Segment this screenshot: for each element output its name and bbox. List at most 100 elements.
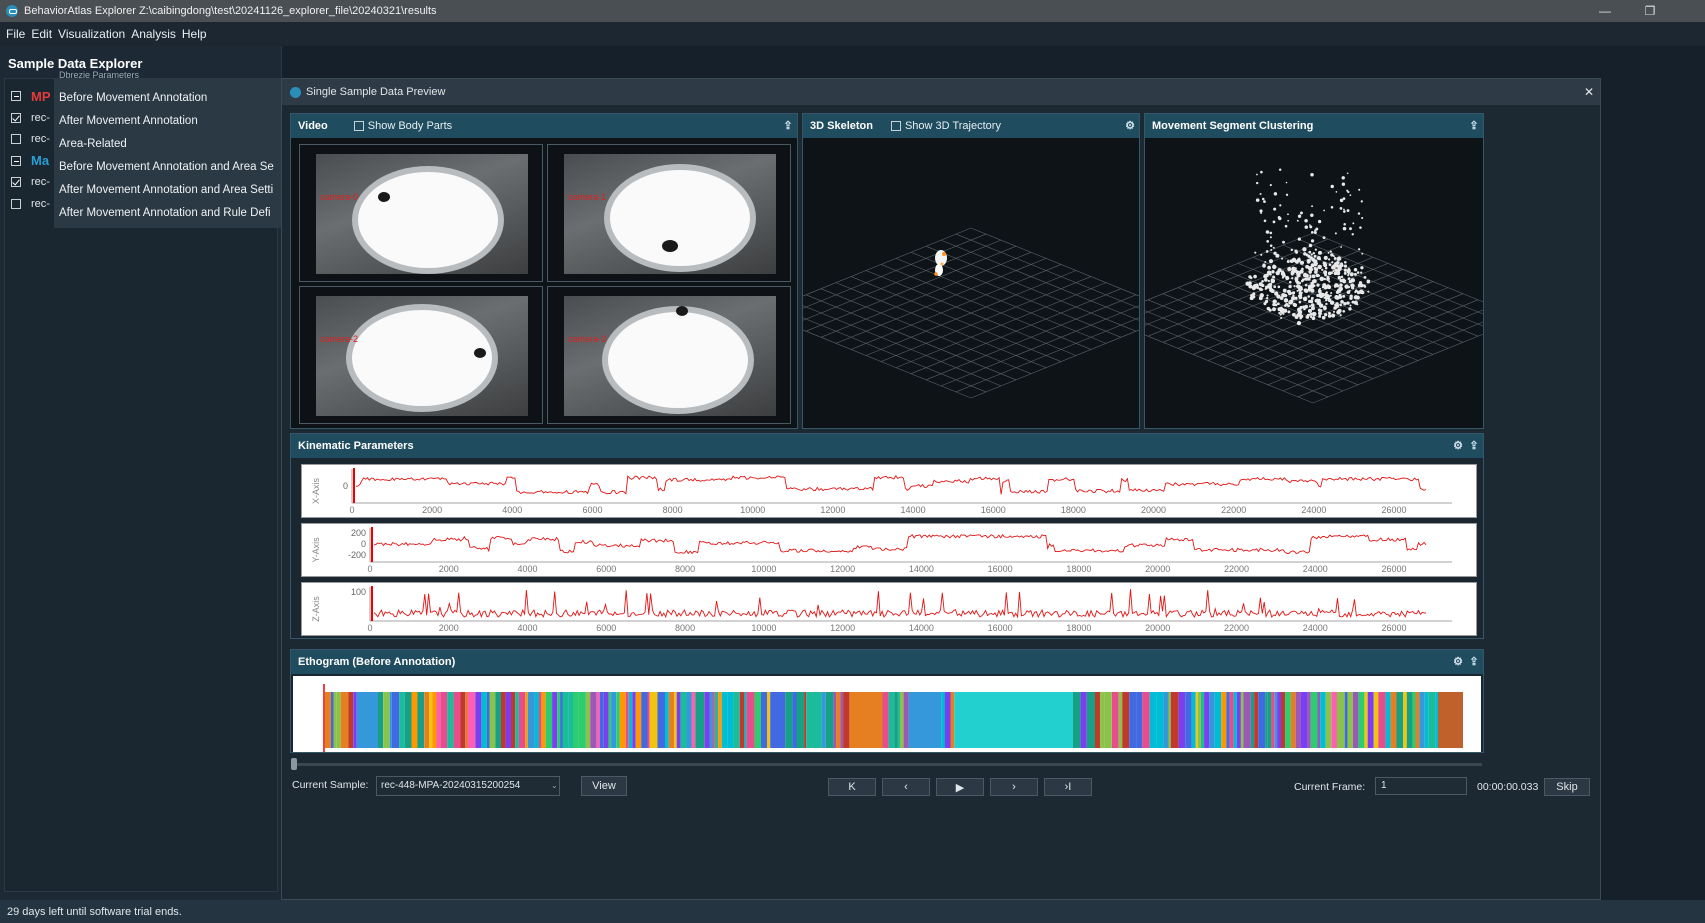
explorer-title: Sample Data Explorer xyxy=(8,56,143,71)
x-tick-label: 4000 xyxy=(517,564,538,574)
current-sample-value: rec-448-MPA-20240315200254 xyxy=(381,780,521,791)
tree-checkbox[interactable] xyxy=(11,155,21,166)
tree-row-label: rec- xyxy=(31,197,50,210)
camera-view-3: camera-3 xyxy=(547,286,791,424)
x-tick-label: 18000 xyxy=(1060,505,1086,515)
x-tick-label: 0 xyxy=(349,505,355,515)
x-tick-label: 8000 xyxy=(675,623,696,633)
tree-checkbox[interactable] xyxy=(11,198,21,209)
camera-image-2: camera-2 xyxy=(316,296,528,416)
arena xyxy=(352,310,492,406)
skeleton-panel: 3D Skeleton Show 3D Trajectory ⚙ xyxy=(802,113,1140,429)
clustering-panel: Movement Segment Clustering ⇪ xyxy=(1144,113,1484,429)
clustering-view xyxy=(1145,168,1483,404)
clustering-title: Movement Segment Clustering xyxy=(1152,120,1314,132)
x-tick-label: 6000 xyxy=(596,564,617,574)
export-icon[interactable]: ⇪ xyxy=(781,119,795,133)
axis-label: X-Axis xyxy=(311,478,321,505)
timeline-slider[interactable] xyxy=(292,763,1482,766)
kinematic-chart-1: Y-Axis 200 0 -200 0 2000 4000 6000 8000 10000 1200… xyxy=(301,523,1477,577)
x-tick-label: 2000 xyxy=(438,564,459,574)
menu-analysis[interactable]: Analysis xyxy=(131,27,176,41)
camera-image-3: camera-3 xyxy=(564,296,776,416)
video-header: Video Show Body Parts ⇪ xyxy=(291,114,797,138)
first-frame-button[interactable]: K xyxy=(828,778,876,796)
title-bar: BehaviorAtlas Explorer Z:\caibingdong\te… xyxy=(0,0,1705,22)
camera-image-0: camera-0 xyxy=(316,154,528,274)
x-tick-label: 20000 xyxy=(1145,623,1171,633)
x-tick-label: 16000 xyxy=(980,505,1006,515)
dialog-logo-icon xyxy=(290,86,301,98)
x-tick-label: 2000 xyxy=(422,505,443,515)
current-frame-input[interactable]: 1 xyxy=(1375,777,1467,795)
tree-row-label: rec- xyxy=(31,111,50,124)
y-tick-label: 0 xyxy=(360,539,366,549)
minimize-button[interactable]: — xyxy=(1585,0,1625,22)
export-icon[interactable]: ⇪ xyxy=(1467,655,1481,669)
current-sample-combobox[interactable]: rec-448-MPA-20240315200254 ⌄ xyxy=(376,776,560,796)
menu-item-after-rule[interactable]: After Movement Annotation and Rule Defi xyxy=(59,202,281,224)
settings-gear-icon[interactable]: ⚙ xyxy=(1451,655,1465,669)
ethogram-chart xyxy=(293,676,1481,752)
x-tick-label: 6000 xyxy=(596,623,617,633)
restore-button[interactable]: ❐ xyxy=(1630,0,1670,22)
preview-dialog: Single Sample Data Preview ✕ Video Show … xyxy=(281,78,1601,900)
camera-image-1: camera-1 xyxy=(564,154,776,274)
show-body-parts-checkbox[interactable]: Show Body Parts xyxy=(353,120,453,132)
camera-view-1: camera-1 xyxy=(547,144,791,282)
x-tick-label: 16000 xyxy=(987,623,1013,633)
tree-row-label: rec- xyxy=(31,176,50,188)
menu-item-before-area[interactable]: Before Movement Annotation and Area Se xyxy=(59,156,281,178)
menu-edit[interactable]: Edit xyxy=(31,27,52,41)
kinematic-chart-2: Z-Axis 100 0 2000 4000 6000 8000 10000 12000 1400… xyxy=(301,582,1477,636)
tree-checkbox[interactable] xyxy=(11,112,21,123)
menu-file[interactable]: File xyxy=(6,27,25,41)
settings-gear-icon[interactable]: ⚙ xyxy=(1123,119,1137,133)
show-trajectory-checkbox[interactable]: Show 3D Trajectory xyxy=(890,120,1001,132)
x-tick-label: 14000 xyxy=(908,564,934,574)
current-sample-label: Current Sample: xyxy=(292,779,369,791)
video-panel: Video Show Body Parts ⇪ camera-0 camera-… xyxy=(290,113,798,429)
x-tick-label: 26000 xyxy=(1381,505,1407,515)
camera-label: camera-3 xyxy=(568,334,607,344)
play-button[interactable]: ▶ xyxy=(936,778,984,796)
popup-partial-item: Dbrezie Parameters xyxy=(59,70,140,80)
context-menu: Dbrezie Parameters Before Movement Annot… xyxy=(54,70,282,228)
x-tick-label: 12000 xyxy=(830,564,856,574)
menu-help[interactable]: Help xyxy=(182,27,207,41)
timeline-handle[interactable] xyxy=(291,758,297,770)
next-frame-button[interactable]: › xyxy=(990,778,1038,796)
trial-status-text: 29 days left until software trial ends. xyxy=(7,905,182,918)
arena xyxy=(608,312,748,408)
tree-checkbox[interactable] xyxy=(11,91,21,101)
tree-checkbox[interactable] xyxy=(11,177,21,187)
arena xyxy=(610,170,750,266)
axis-label: Z-Axis xyxy=(311,596,321,622)
y-tick-label: 100 xyxy=(350,587,366,597)
view-button[interactable]: View xyxy=(581,776,627,796)
x-tick-label: 24000 xyxy=(1301,505,1327,515)
skeleton-title: 3D Skeleton xyxy=(810,120,873,132)
mouse xyxy=(662,240,678,252)
settings-gear-icon[interactable]: ⚙ xyxy=(1451,439,1465,453)
menu-visualization[interactable]: Visualization xyxy=(58,27,125,41)
prev-frame-button[interactable]: ‹ xyxy=(882,778,930,796)
last-frame-button[interactable]: ›I xyxy=(1044,778,1092,796)
show-body-parts-label: Show Body Parts xyxy=(367,120,453,132)
skeleton-grid-view xyxy=(803,227,1139,399)
tree-checkbox[interactable] xyxy=(11,134,21,144)
menu-item-before-movement[interactable]: Before Movement Annotation xyxy=(59,87,281,109)
export-icon[interactable]: ⇪ xyxy=(1467,439,1481,453)
camera-view-0: camera-0 xyxy=(299,144,543,282)
dialog-close-button[interactable]: ✕ xyxy=(1584,85,1594,99)
x-tick-label: 4000 xyxy=(502,505,523,515)
x-tick-label: 16000 xyxy=(987,564,1013,574)
dialog-title-bar: Single Sample Data Preview ✕ xyxy=(282,79,1600,105)
x-tick-label: 6000 xyxy=(582,505,603,515)
menu-item-after-area[interactable]: After Movement Annotation and Area Setti xyxy=(59,179,281,201)
menu-item-after-movement[interactable]: After Movement Annotation xyxy=(59,110,281,132)
menu-item-area-related[interactable]: Area-Related xyxy=(59,133,281,155)
skip-button[interactable]: Skip xyxy=(1544,778,1590,796)
show-trajectory-label: Show 3D Trajectory xyxy=(904,120,1001,132)
export-icon[interactable]: ⇪ xyxy=(1467,119,1481,133)
